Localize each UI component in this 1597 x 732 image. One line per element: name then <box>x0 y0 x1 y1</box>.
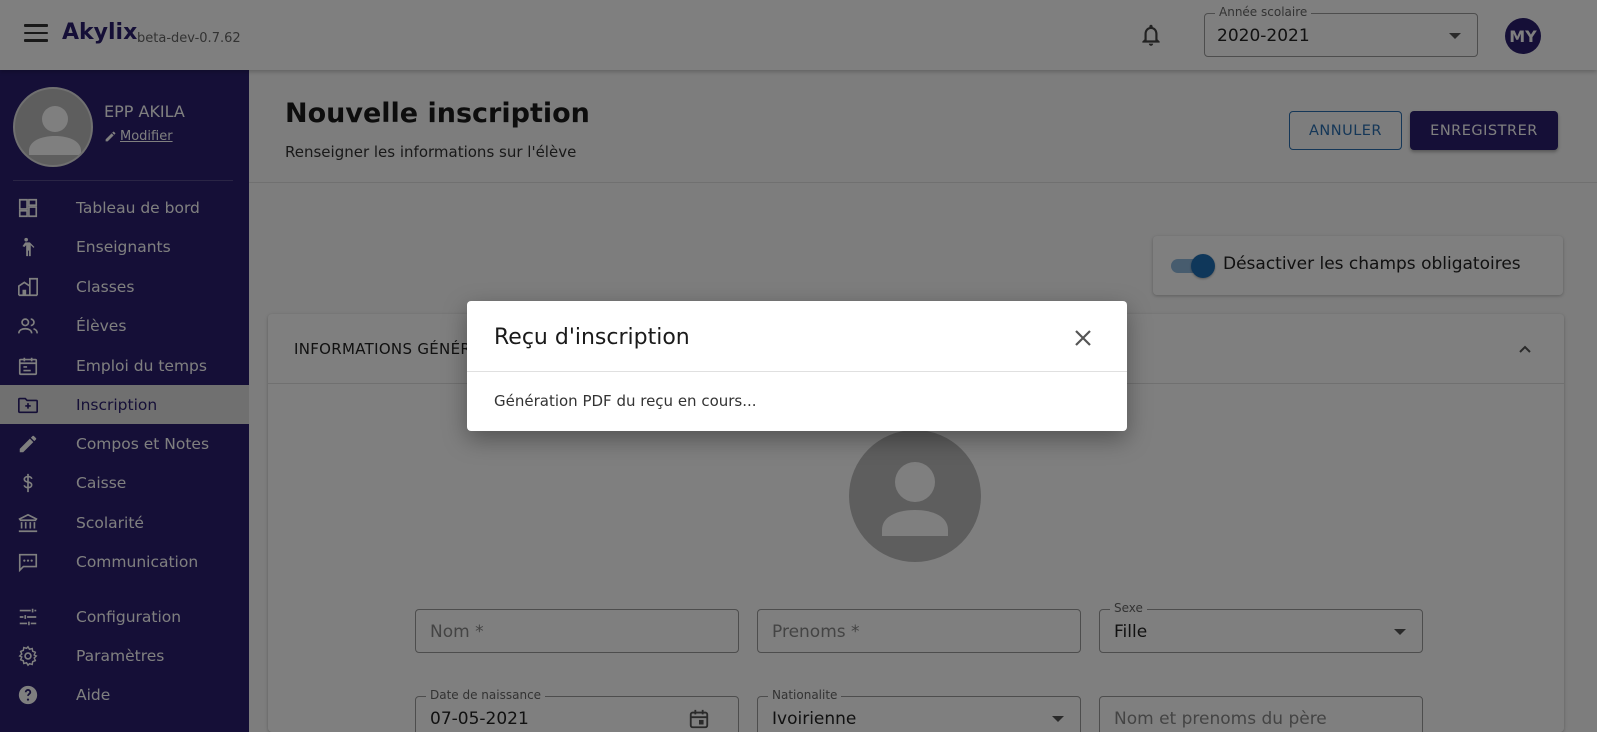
dialog-divider <box>467 371 1127 372</box>
dialog-title: Reçu d'inscription <box>494 325 690 350</box>
receipt-dialog: Reçu d'inscription Génération PDF du reç… <box>467 301 1127 431</box>
dialog-message: Génération PDF du reçu en cours... <box>494 392 757 410</box>
close-icon[interactable] <box>1072 327 1094 349</box>
